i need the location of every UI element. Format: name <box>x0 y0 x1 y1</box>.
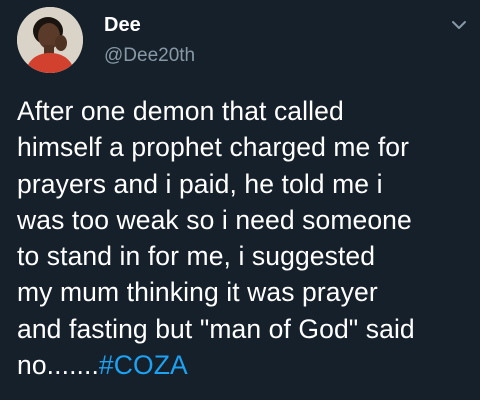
tweet-text-line-prefix: no....... <box>17 350 99 381</box>
tweet-text-line: was too weak so i need someone <box>17 204 412 235</box>
tweet-card: Dee @Dee20th After one demon that called… <box>0 0 480 400</box>
tweet-text-last-line: no.......#COZA <box>17 347 473 383</box>
tweet-text-line: After one demon that called <box>17 96 344 126</box>
tweet-text-line: himself a prophet charged me for <box>17 132 410 163</box>
avatar[interactable] <box>17 7 83 73</box>
hashtag-link[interactable]: #COZA <box>99 350 188 380</box>
tweet-text: After one demon that called himself a pr… <box>17 93 473 383</box>
chevron-down-icon[interactable] <box>449 15 469 35</box>
user-handle[interactable]: @Dee20th <box>104 44 195 68</box>
tweet-text-line: prayers and i paid, he told me i <box>17 168 383 199</box>
profile-photo-icon <box>17 7 83 73</box>
display-name[interactable]: Dee <box>104 13 141 37</box>
tweet-text-line: to stand in for me, i suggested <box>17 241 376 272</box>
tweet-text-line: my mum thinking it was prayer <box>17 277 378 308</box>
tweet-text-line: and fasting but "man of God" said <box>17 313 415 344</box>
